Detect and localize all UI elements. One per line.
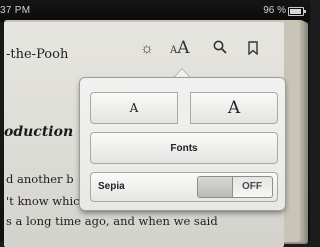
text-line: s a long time ago, and when we said	[6, 214, 218, 228]
font-size-icon[interactable]: AA	[170, 38, 190, 58]
search-icon[interactable]	[213, 40, 227, 54]
sepia-row: Sepia OFF	[90, 172, 278, 202]
text-line: d another b	[6, 172, 74, 186]
fonts-button[interactable]: Fonts	[90, 132, 278, 164]
status-time: 37 PM	[0, 5, 31, 16]
decrease-font-button[interactable]: A	[90, 92, 178, 124]
increase-font-button[interactable]: A	[190, 92, 278, 124]
toggle-knob[interactable]	[198, 177, 233, 197]
font-size-big-glyph: A	[177, 38, 190, 58]
battery-percent: 96 %	[263, 5, 286, 16]
sepia-label: Sepia	[98, 181, 125, 192]
chapter-heading: oduction	[4, 124, 74, 140]
status-bar: 37 PM 96 %	[0, 0, 310, 22]
battery-icon	[288, 7, 306, 16]
book-title: -the-Pooh	[6, 47, 69, 62]
brightness-icon[interactable]: ☼	[140, 40, 154, 57]
sepia-toggle[interactable]: OFF	[197, 176, 273, 198]
toggle-state-label: OFF	[242, 181, 262, 192]
bookmark-icon[interactable]	[248, 41, 258, 56]
font-settings-popover: A A Fonts Sepia OFF	[80, 78, 285, 210]
